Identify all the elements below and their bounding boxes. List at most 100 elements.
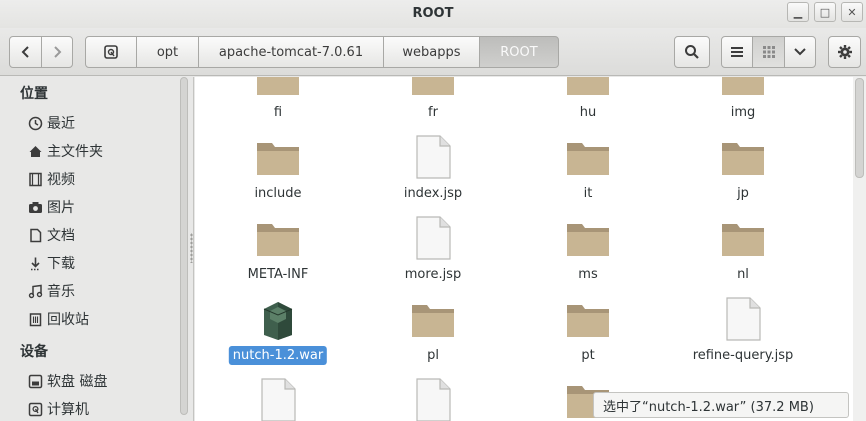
file-name: ms: [578, 267, 598, 282]
file-item-hu[interactable]: hu: [523, 77, 653, 127]
text-file-icon: [416, 135, 451, 179]
sidebar-item-label: 主文件夹: [47, 144, 103, 160]
close-icon: ✕: [847, 5, 857, 19]
download-icon: [27, 255, 43, 271]
minimize-icon: ▁: [793, 5, 803, 19]
archive-icon: [263, 302, 293, 340]
breadcrumb-drive[interactable]: [85, 36, 137, 68]
sidebar-item-recent[interactable]: 最近: [27, 112, 75, 134]
file-item-index-jsp[interactable]: index.jsp: [368, 135, 498, 207]
minimize-button[interactable]: ▁: [787, 2, 809, 22]
breadcrumb-webapps[interactable]: webapps: [383, 36, 480, 68]
folder-icon: [412, 77, 454, 95]
sidebar-item-floppy[interactable]: 软盘 磁盘: [27, 370, 107, 392]
file-item-fi[interactable]: fi: [213, 77, 343, 127]
folder-icon: [257, 143, 299, 175]
folder-icon: [257, 224, 299, 256]
devices-heading: 设备: [20, 344, 48, 360]
folder-icon: [722, 143, 764, 175]
file-item-img[interactable]: img: [678, 77, 808, 127]
file-item-include[interactable]: include: [213, 135, 343, 207]
sidebar-item-documents[interactable]: 文档: [27, 224, 75, 246]
chevron-left-icon: [21, 46, 29, 58]
window-title: ROOT: [412, 6, 454, 21]
file-name: hu: [579, 105, 597, 120]
file-item-it[interactable]: it: [523, 135, 653, 207]
breadcrumb-apache-tomcat[interactable]: apache-tomcat-7.0.61: [198, 36, 384, 68]
file-name: index.jsp: [403, 186, 463, 201]
sidebar-item-computer[interactable]: 计算机: [27, 398, 89, 420]
breadcrumb-label: opt: [156, 44, 179, 60]
list-view-icon: [731, 47, 743, 57]
file-item-nutch-war[interactable]: nutch-1.2.war: [213, 297, 343, 369]
sidebar-item-label: 视频: [47, 172, 75, 188]
breadcrumb-root[interactable]: ROOT: [479, 36, 559, 68]
file-item-more-jsp[interactable]: more.jsp: [368, 216, 498, 288]
breadcrumb-label: ROOT: [500, 44, 538, 60]
sidebar-item-label: 计算机: [47, 402, 89, 418]
music-icon: [27, 283, 43, 299]
file-item-nl[interactable]: nl: [678, 216, 808, 288]
text-file-icon: [416, 216, 451, 260]
sidebar-item-downloads[interactable]: 下载: [27, 252, 75, 274]
file-name: include: [254, 186, 302, 201]
text-file-icon: [726, 297, 761, 341]
search-button[interactable]: [674, 36, 710, 68]
text-file-icon[interactable]: [260, 378, 296, 421]
sidebar-item-label: 回收站: [47, 312, 89, 328]
file-name: META-INF: [247, 267, 309, 282]
back-button[interactable]: [9, 36, 42, 68]
chevron-down-icon: [794, 48, 806, 56]
grid-view-button[interactable]: [752, 36, 785, 68]
file-item-pt[interactable]: pt: [523, 297, 653, 369]
forward-button[interactable]: [41, 36, 73, 68]
sidebar: 位置 最近 主文件夹 视频 图片 文档 下载 音乐 回收站 设备 软盘 磁盘 计…: [0, 77, 194, 421]
close-button[interactable]: ✕: [841, 2, 863, 22]
file-name-selected: nutch-1.2.war: [228, 346, 328, 365]
file-item-fr[interactable]: fr: [368, 77, 498, 127]
folder-icon: [722, 77, 764, 95]
list-view-button[interactable]: [721, 36, 753, 68]
folder-icon: [567, 143, 609, 175]
title-bar: ROOT ▁ □ ✕: [0, 0, 866, 28]
file-name: fr: [428, 105, 438, 120]
sidebar-item-label: 软盘 磁盘: [47, 374, 108, 390]
file-grid: fi fr hu img include index.jsp it jp MET…: [195, 77, 866, 421]
file-item-refine-query-jsp[interactable]: refine-query.jsp: [678, 297, 808, 369]
sidebar-item-pictures[interactable]: 图片: [27, 196, 75, 218]
gear-icon: [837, 45, 852, 59]
sidebar-item-label: 图片: [47, 200, 75, 216]
file-item-ms[interactable]: ms: [523, 216, 653, 288]
file-item-meta-inf[interactable]: META-INF: [213, 216, 343, 288]
file-name: pt: [581, 348, 595, 363]
view-options-button[interactable]: [784, 36, 816, 68]
maximize-button[interactable]: □: [814, 2, 836, 22]
clock-icon: [27, 115, 43, 131]
file-name: refine-query.jsp: [692, 348, 794, 363]
main-scrollbar-thumb[interactable]: [855, 78, 864, 178]
sidebar-item-home[interactable]: 主文件夹: [27, 140, 103, 162]
sidebar-item-music[interactable]: 音乐: [27, 280, 75, 302]
file-name: jp: [737, 186, 749, 201]
file-name: nl: [737, 267, 749, 282]
sidebar-item-label: 音乐: [47, 284, 75, 300]
sidebar-item-trash[interactable]: 回收站: [27, 308, 89, 330]
sidebar-item-videos[interactable]: 视频: [27, 168, 75, 190]
file-item-pl[interactable]: pl: [368, 297, 498, 369]
film-icon: [27, 171, 43, 187]
settings-button[interactable]: [828, 36, 861, 68]
sidebar-item-label: 下载: [47, 256, 75, 272]
file-item-jp[interactable]: jp: [678, 135, 808, 207]
toolbar: opt apache-tomcat-7.0.61 webapps ROOT: [0, 28, 866, 76]
pane-resize-handle[interactable]: [190, 233, 193, 263]
status-overlay: 选中了“nutch-1.2.war” (37.2 MB): [593, 392, 849, 418]
breadcrumb-opt[interactable]: opt: [136, 36, 199, 68]
folder-icon: [257, 77, 299, 95]
home-icon: [27, 143, 43, 159]
folder-icon: [722, 224, 764, 256]
file-name: pl: [427, 348, 439, 363]
sidebar-scrollbar[interactable]: [180, 77, 188, 415]
text-file-icon[interactable]: [415, 378, 451, 421]
document-icon: [27, 227, 43, 243]
camera-icon: [27, 199, 43, 215]
